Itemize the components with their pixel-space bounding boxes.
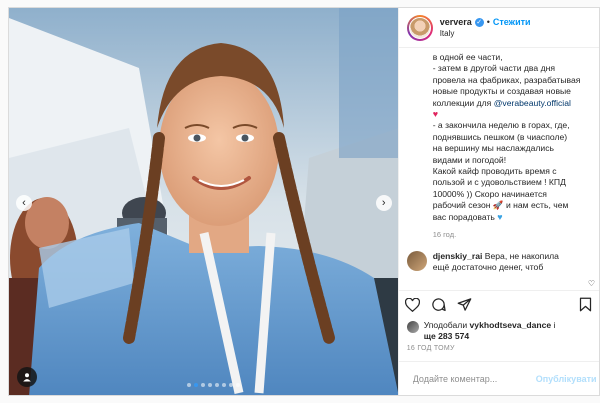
caption-line: видами и погодой! — [432, 154, 507, 165]
comment-text-line: Вера, не накопила — [484, 250, 559, 261]
comment-input[interactable] — [412, 373, 530, 384]
caption-line: рабочий сезон — [432, 200, 491, 211]
carousel-dot — [208, 383, 212, 387]
comment-icon — [432, 298, 446, 312]
mention-link[interactable]: @verabeauty.official — [494, 98, 571, 108]
save-button[interactable] — [577, 297, 593, 313]
action-bar — [398, 290, 599, 318]
carousel-dot — [236, 383, 240, 387]
caption-line: в одной ее части, — [432, 52, 503, 62]
like-button[interactable] — [405, 297, 421, 313]
tagged-users-button[interactable] — [17, 367, 37, 387]
chevron-right-icon: › — [381, 197, 386, 209]
carousel-dot — [222, 383, 226, 387]
caption-line: - а закончила неделю в горах, где, — [432, 120, 570, 131]
red-heart-emoji-icon: ♥ — [432, 109, 439, 120]
blue-heart-emoji-icon: ♥ — [497, 211, 503, 222]
liker-username[interactable]: vykhodtseva_dance — [470, 320, 552, 330]
bookmark-icon — [579, 297, 591, 312]
likes-summary: Уподобали vykhodtseva_dance і ще 283 574 — [399, 318, 599, 342]
publish-button[interactable]: Опублікувати — [536, 374, 597, 384]
likes-middle: і — [553, 320, 556, 330]
likes-prefix: Уподобали — [423, 320, 468, 330]
caption-line: вас порадовать — [432, 211, 495, 222]
heart-icon — [405, 297, 421, 312]
rocket-emoji-icon: 🚀 — [492, 200, 504, 211]
separator-dot: • — [486, 17, 490, 27]
share-button[interactable] — [457, 297, 473, 313]
carousel-indicators — [187, 383, 240, 387]
caption-line: 10000% )) Скоро начинается — [432, 188, 547, 199]
caption-line: - затем в другой части два дня — [432, 63, 555, 74]
caption-line: провела на фабриках, разрабатывая — [432, 74, 581, 85]
caption-timestamp: 16 год. — [432, 230, 457, 240]
post-location[interactable]: Italy — [440, 29, 531, 38]
avatar[interactable] — [406, 14, 433, 41]
share-icon — [457, 298, 472, 311]
caption-area: в одной ее части, - затем в другой части… — [399, 48, 599, 290]
previous-slide-button[interactable]: ‹ — [16, 195, 32, 211]
post-side-panel: ververa ✓ • Стежити Italy в одной ее час… — [397, 8, 599, 395]
commenter-username[interactable]: djenskiy_rai — [433, 251, 483, 261]
carousel-dot — [201, 383, 205, 387]
follow-button[interactable]: Стежити — [493, 17, 531, 27]
caption-line: новые продукты и создавая новые — [432, 86, 571, 97]
carousel-dot — [194, 383, 198, 387]
caption-line: пользой и с удовольствием ! КПД — [432, 177, 566, 188]
author-username[interactable]: ververa — [440, 17, 472, 27]
post-card: ‹ › ververa ✓ • Стежити Italy в одной ее… — [8, 7, 600, 396]
verified-badge-icon: ✓ — [474, 17, 484, 27]
add-comment-bar: Опублікувати — [398, 361, 599, 395]
caption-line: на вершину мы наслаждались — [432, 143, 554, 154]
chevron-left-icon: ‹ — [22, 197, 26, 209]
caption-line: поднявшись пешком (в чиасполе) — [432, 131, 568, 142]
next-slide-button[interactable]: › — [375, 195, 392, 211]
comment-button[interactable] — [431, 297, 447, 313]
comment-item: djenskiy_rai Вера, не накопила ещё доста… — [406, 250, 589, 274]
user-tag-icon — [23, 373, 31, 382]
carousel-dot — [215, 383, 219, 387]
caption-line: Какой кайф проводить время с — [432, 166, 557, 177]
caption-line: коллекции для — [432, 97, 492, 108]
commenter-avatar[interactable] — [406, 250, 427, 271]
photo-scene — [9, 8, 398, 395]
caption-line: и нам есть, чем — [505, 200, 569, 211]
post-time-ago[interactable]: 16 ГОД ТОМУ — [399, 342, 599, 355]
liker-avatar[interactable] — [406, 321, 419, 333]
post-photo[interactable]: ‹ › — [9, 8, 398, 395]
comment-like-heart-icon[interactable]: ♡ — [588, 278, 595, 289]
comment-text-line: ещё достаточно денег, чтоб — [432, 261, 544, 272]
instagram-post-modal: ‹ › ververa ✓ • Стежити Italy в одной ее… — [0, 0, 600, 403]
carousel-dot — [187, 383, 191, 387]
carousel-dot — [229, 383, 233, 387]
caption-text: в одной ее части, - затем в другой части… — [433, 52, 589, 223]
post-header: ververa ✓ • Стежити Italy — [398, 8, 599, 48]
likes-count[interactable]: ще 283 574 — [424, 331, 556, 342]
